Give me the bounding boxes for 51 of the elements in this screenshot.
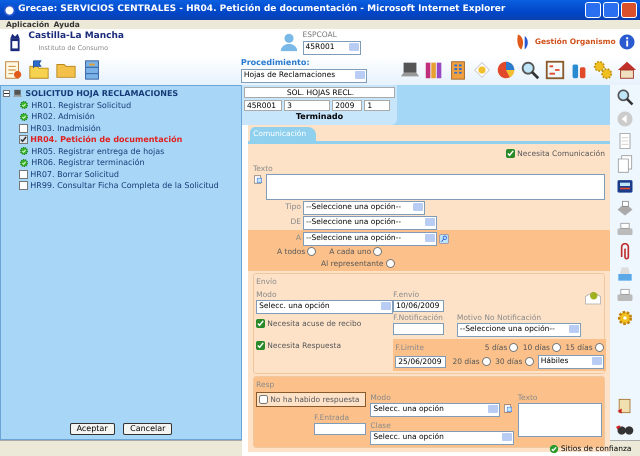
checkbox[interactable] <box>19 181 28 190</box>
tree-item[interactable]: HR02. Admisión <box>31 111 95 123</box>
tree-title[interactable]: SOLICITUD HOJA RECLAMACIONES <box>25 88 178 100</box>
checkbox[interactable] <box>259 395 268 404</box>
gear-icon <box>19 112 30 122</box>
date-field[interactable] <box>314 422 366 435</box>
radio-button[interactable] <box>509 342 518 352</box>
computer-icon <box>12 88 24 100</box>
edit-text-icon[interactable] <box>502 403 514 414</box>
checkbox[interactable] <box>19 124 28 133</box>
checkbox[interactable] <box>506 148 515 158</box>
procedure-label: Procedimiento: <box>240 57 311 69</box>
dialog-button[interactable]: Aceptar <box>70 422 115 435</box>
record-status: Terminado <box>294 111 344 124</box>
tree-item[interactable]: HR07. Borrar Solicitud <box>30 168 119 180</box>
checkbox[interactable] <box>19 170 28 179</box>
tree-item[interactable]: HR06. Registrar terminación <box>31 157 145 169</box>
envelope-icon[interactable] <box>584 288 602 307</box>
info-icon[interactable] <box>618 33 636 51</box>
tree-item[interactable]: HR01. Registrar Solicitud <box>31 100 132 112</box>
window-title: Grecae: SERVICIOS CENTRALES - HR04. Petición de documentación - Microsoft Internet Explorer <box>18 3 506 16</box>
maximize-button[interactable] <box>602 2 619 18</box>
check-icon <box>548 444 559 454</box>
home-icon[interactable] <box>616 59 638 81</box>
radio-button[interactable] <box>594 342 604 352</box>
radio-button[interactable] <box>552 342 562 352</box>
checkbox[interactable] <box>19 135 28 144</box>
radio-button[interactable] <box>307 247 316 256</box>
checkbox[interactable] <box>256 319 266 328</box>
gear-icon <box>19 146 30 156</box>
tree-item[interactable]: HR03. Inadmisión <box>30 122 101 134</box>
dialog-button[interactable]: Cancelar <box>123 422 172 435</box>
radio-button[interactable] <box>373 247 382 256</box>
edit-text-icon[interactable] <box>253 174 264 186</box>
radio-button[interactable] <box>386 258 395 268</box>
collapse-icon[interactable] <box>3 90 10 98</box>
date-field[interactable] <box>393 323 444 336</box>
close-button[interactable] <box>621 2 637 18</box>
gear-icon <box>19 158 30 168</box>
search-icon[interactable] <box>615 87 635 108</box>
logo-title: Castilla-La Mancha <box>28 30 125 44</box>
radio-button[interactable] <box>524 357 534 366</box>
radio-button[interactable] <box>482 357 491 366</box>
tree-item[interactable]: HR99. Consultar Ficha Completa de la Solicitud <box>30 180 219 192</box>
flag-folder-icon[interactable] <box>28 59 50 81</box>
checkbox[interactable] <box>256 340 266 350</box>
tree-item[interactable]: HR05. Registrar entrega de hojas <box>31 146 164 158</box>
browser-icon <box>3 4 16 16</box>
gear-icon <box>19 100 30 110</box>
minimize-button[interactable] <box>584 2 601 18</box>
search-icon[interactable] <box>519 59 542 81</box>
